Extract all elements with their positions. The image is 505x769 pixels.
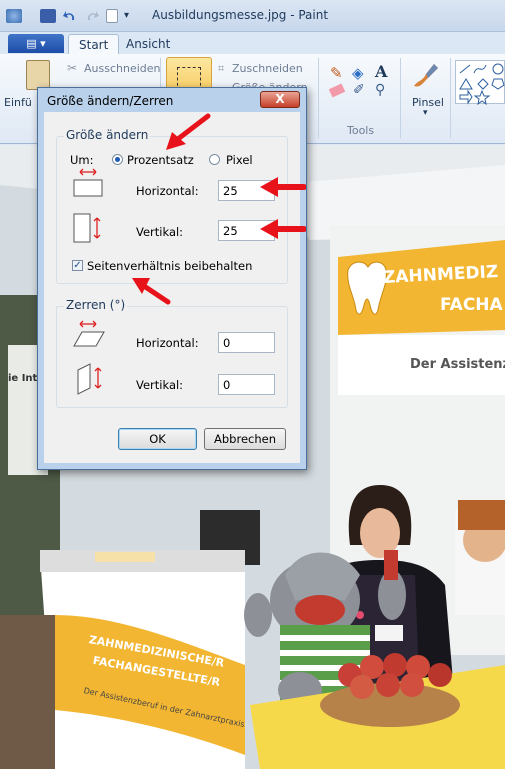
ok-button[interactable]: OK bbox=[118, 428, 197, 450]
scissors-icon: ✂ bbox=[67, 61, 78, 75]
pixel-radio-label[interactable]: Pixel bbox=[226, 153, 253, 167]
tools-group-label: Tools bbox=[347, 124, 375, 137]
dialog-title: Größe ändern/Zerren bbox=[47, 94, 174, 108]
annotation-arrow-aspect-ratio bbox=[132, 278, 171, 305]
skew-horizontal-input[interactable]: 0 bbox=[218, 332, 275, 353]
redo-icon[interactable] bbox=[84, 9, 100, 23]
horizontal-resize-icon bbox=[72, 168, 104, 201]
annotation-arrow-resize-group bbox=[166, 113, 211, 150]
percent-radio-label[interactable]: Prozentsatz bbox=[127, 153, 194, 167]
banner-subtitle: Der Assistenzb bbox=[410, 357, 505, 372]
eraser-icon[interactable] bbox=[328, 83, 346, 98]
resize-group-label: Größe ändern bbox=[64, 128, 151, 142]
ribbon-tabs: ▤ ▾ Start Ansicht bbox=[0, 32, 505, 54]
resize-by-label: Um: bbox=[70, 153, 94, 167]
ribbon-separator bbox=[450, 58, 451, 138]
paint-app-icon[interactable] bbox=[6, 9, 22, 23]
banner-title-line2: FACHA bbox=[440, 295, 503, 315]
undo-icon[interactable] bbox=[62, 9, 78, 23]
vertical-skew-icon bbox=[74, 362, 106, 399]
new-document-icon[interactable] bbox=[106, 9, 118, 23]
brush-dropdown-icon[interactable]: ▾ bbox=[423, 108, 428, 118]
paste-label: Einfü bbox=[4, 96, 32, 109]
magnifier-icon[interactable]: ⚲ bbox=[375, 82, 385, 98]
brush-icon[interactable] bbox=[410, 60, 442, 90]
resize-horizontal-label: Horizontal: bbox=[136, 184, 199, 198]
skew-group-label: Zerren (°) bbox=[64, 298, 128, 312]
file-menu-button[interactable]: ▤ ▾ bbox=[8, 34, 64, 53]
keep-aspect-ratio-checkbox[interactable]: ✓ bbox=[72, 260, 83, 271]
close-button[interactable]: X bbox=[260, 91, 300, 108]
title-bar: ▾ Ausbildungsmesse.jpg - Paint bbox=[0, 0, 505, 32]
skew-horizontal-label: Horizontal: bbox=[136, 336, 199, 350]
annotation-arrow-vertical-input bbox=[260, 219, 306, 239]
skew-vertical-label: Vertikal: bbox=[136, 378, 184, 392]
text-tool-icon[interactable]: A bbox=[375, 62, 387, 81]
skew-vertical-input[interactable]: 0 bbox=[218, 374, 275, 395]
fill-icon[interactable]: ◈ bbox=[352, 64, 364, 82]
save-icon[interactable] bbox=[40, 9, 56, 23]
tab-start[interactable]: Start bbox=[68, 34, 120, 54]
customize-toolbar-icon[interactable]: ▾ bbox=[124, 9, 140, 23]
tab-ansicht[interactable]: Ansicht bbox=[116, 34, 180, 54]
horizontal-skew-icon bbox=[72, 320, 106, 353]
cancel-button[interactable]: Abbrechen bbox=[204, 428, 286, 450]
pencil-icon[interactable]: ✎ bbox=[330, 64, 343, 82]
ribbon-separator bbox=[318, 58, 319, 138]
annotation-arrow-horizontal-input bbox=[260, 177, 306, 197]
paste-icon[interactable] bbox=[26, 60, 50, 90]
paint-window: ▾ Ausbildungsmesse.jpg - Paint ▤ ▾ Start… bbox=[0, 0, 505, 769]
cut-button[interactable]: Ausschneiden bbox=[84, 62, 161, 75]
window-title: Ausbildungsmesse.jpg - Paint bbox=[152, 8, 329, 22]
crop-icon: ⌗ bbox=[218, 62, 225, 75]
vertical-resize-icon bbox=[72, 212, 104, 247]
pixel-radio[interactable] bbox=[209, 154, 220, 165]
shapes-gallery[interactable] bbox=[455, 60, 505, 106]
color-picker-icon[interactable]: ✐ bbox=[353, 82, 365, 98]
resize-vertical-label: Vertikal: bbox=[136, 225, 184, 239]
ribbon-separator bbox=[400, 58, 401, 138]
percent-radio[interactable] bbox=[112, 154, 123, 165]
crop-button[interactable]: Zuschneiden bbox=[232, 62, 303, 75]
keep-aspect-ratio-label[interactable]: Seitenverhältnis beibehalten bbox=[87, 259, 252, 273]
